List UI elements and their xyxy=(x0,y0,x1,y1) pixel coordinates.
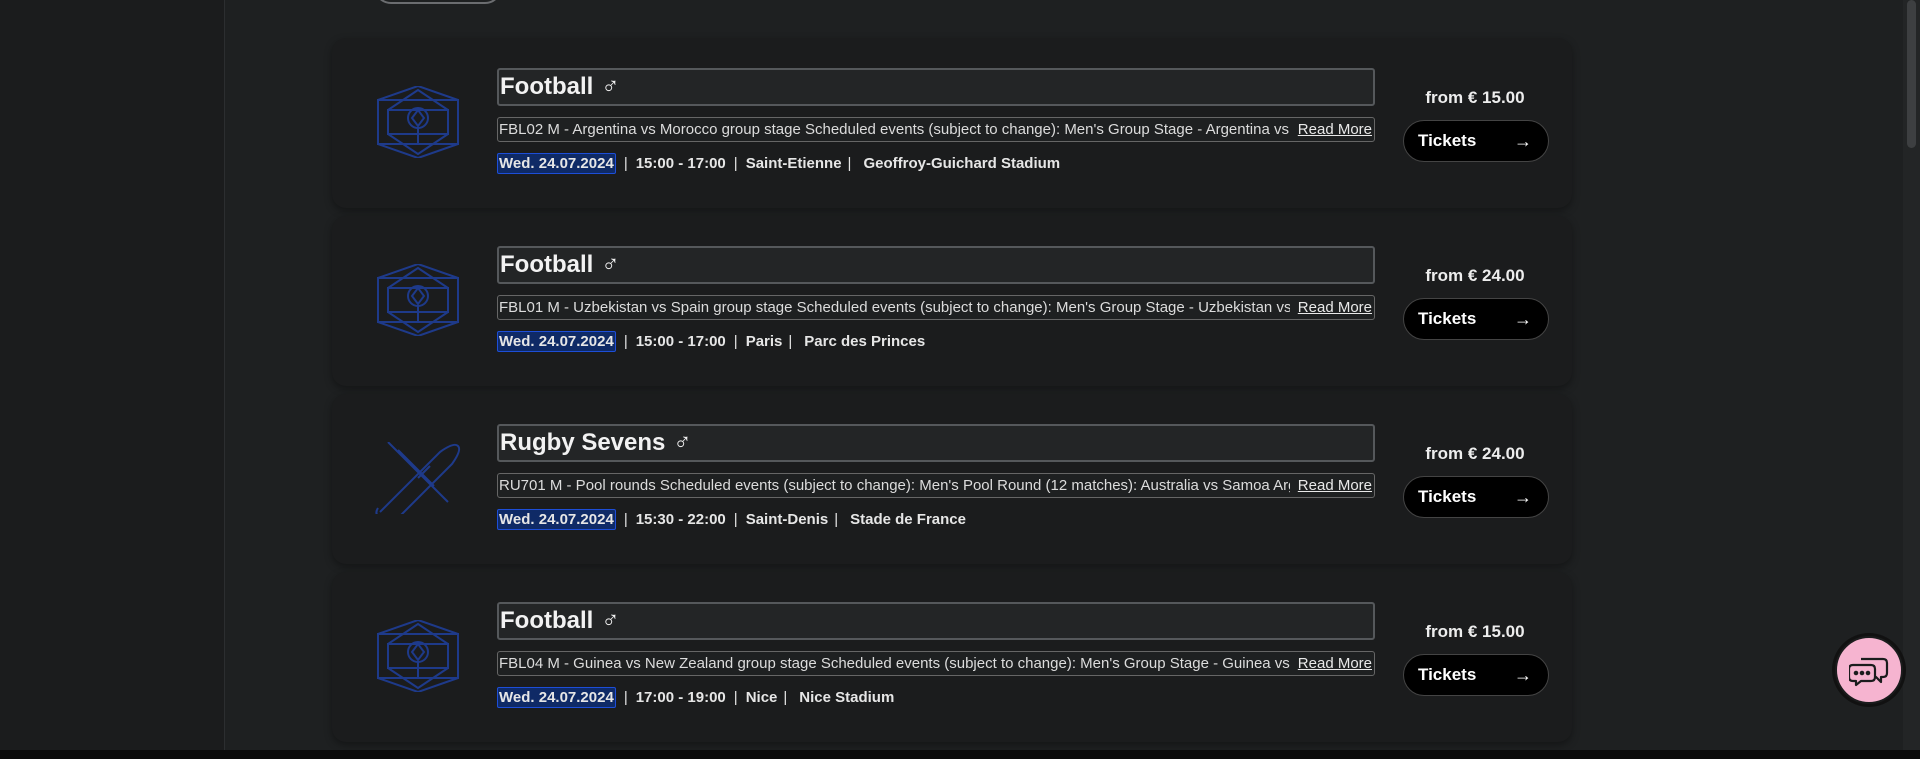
event-card: Football ♂ FBL04 M - Guinea vs New Zeala… xyxy=(332,572,1572,742)
price-label: from € 24.00 xyxy=(1425,444,1525,463)
price-label: from € 24.00 xyxy=(1425,266,1525,285)
event-city: Saint-Etienne xyxy=(745,154,842,172)
separator: | xyxy=(788,332,793,350)
arrow-right-icon: → xyxy=(1514,486,1532,507)
event-time: 17:00 - 19:00 xyxy=(635,688,726,706)
tickets-button[interactable]: Tickets → xyxy=(1403,654,1549,696)
event-date: Wed. 24.07.2024 xyxy=(497,686,616,708)
male-icon: ♂ xyxy=(673,429,692,456)
event-meta: Wed. 24.07.2024 | 15:30 - 22:00 | Saint-… xyxy=(497,507,966,531)
read-more-link[interactable]: Read More xyxy=(1289,477,1374,494)
event-city: Saint-Denis xyxy=(745,510,829,528)
vertical-scrollbar[interactable] xyxy=(1903,0,1920,750)
sport-title: Rugby Sevens xyxy=(500,429,666,456)
arrow-right-icon: → xyxy=(1514,308,1532,329)
event-venue: Nice Stadium xyxy=(799,688,895,706)
sport-title: Football xyxy=(500,251,594,278)
tickets-label: Tickets xyxy=(1418,487,1477,506)
price-label: from € 15.00 xyxy=(1425,622,1525,641)
rugby-pictogram-icon xyxy=(375,442,461,514)
left-sidebar xyxy=(0,0,225,750)
event-date: Wed. 24.07.2024 xyxy=(497,152,616,174)
event-date: Wed. 24.07.2024 xyxy=(497,508,616,530)
separator: | xyxy=(623,510,628,528)
event-meta: Wed. 24.07.2024 | 15:00 - 17:00 | Saint-… xyxy=(497,151,1060,175)
event-meta: Wed. 24.07.2024 | 15:00 - 17:00 | Paris … xyxy=(497,329,925,353)
chat-bubbles-icon xyxy=(1849,657,1889,687)
event-date: Wed. 24.07.2024 xyxy=(497,330,616,352)
male-icon: ♂ xyxy=(601,607,620,634)
separator: | xyxy=(623,154,628,172)
chat-button[interactable] xyxy=(1835,636,1903,704)
event-description: RU701 M - Pool rounds Scheduled events (… xyxy=(497,473,1375,498)
event-meta: Wed. 24.07.2024 | 17:00 - 19:00 | Nice |… xyxy=(497,685,894,709)
arrow-right-icon: → xyxy=(1514,664,1532,685)
event-venue: Stade de France xyxy=(850,510,966,528)
event-venue: Parc des Princes xyxy=(804,332,926,350)
event-title-box: Football ♂ xyxy=(497,68,1375,106)
scrollbar-thumb[interactable] xyxy=(1907,0,1916,148)
read-more-link[interactable]: Read More xyxy=(1289,655,1374,672)
description-text: FBL01 M - Uzbekistan vs Spain group stag… xyxy=(499,299,1290,316)
tickets-label: Tickets xyxy=(1418,131,1477,150)
event-city: Paris xyxy=(745,332,783,350)
separator: | xyxy=(847,154,852,172)
description-text: FBL04 M - Guinea vs New Zealand group st… xyxy=(499,655,1290,672)
read-more-link[interactable]: Read More xyxy=(1289,121,1374,138)
tickets-button[interactable]: Tickets → xyxy=(1403,298,1549,340)
separator: | xyxy=(733,510,738,528)
male-icon: ♂ xyxy=(601,251,620,278)
partial-filter-button[interactable] xyxy=(374,0,502,4)
sport-title: Football xyxy=(500,73,594,100)
separator: | xyxy=(623,688,628,706)
separator: | xyxy=(623,332,628,350)
football-pictogram-icon xyxy=(377,264,459,336)
arrow-right-icon: → xyxy=(1514,130,1532,151)
read-more-link[interactable]: Read More xyxy=(1289,299,1374,316)
separator: | xyxy=(733,154,738,172)
male-icon: ♂ xyxy=(601,73,620,100)
event-card: Rugby Sevens ♂ RU701 M - Pool rounds Sch… xyxy=(332,394,1572,564)
event-description: FBL02 M - Argentina vs Morocco group sta… xyxy=(497,117,1375,142)
price-label: from € 15.00 xyxy=(1425,88,1525,107)
event-title-box: Rugby Sevens ♂ xyxy=(497,424,1375,462)
separator: | xyxy=(783,688,788,706)
event-title-box: Football ♂ xyxy=(497,246,1375,284)
tickets-button[interactable]: Tickets → xyxy=(1403,120,1549,162)
event-time: 15:30 - 22:00 xyxy=(635,510,726,528)
event-description: FBL04 M - Guinea vs New Zealand group st… xyxy=(497,651,1375,676)
football-pictogram-icon xyxy=(377,86,459,158)
event-time: 15:00 - 17:00 xyxy=(635,332,726,350)
football-pictogram-icon xyxy=(377,620,459,692)
tickets-button[interactable]: Tickets → xyxy=(1403,476,1549,518)
separator: | xyxy=(733,332,738,350)
event-title-box: Football ♂ xyxy=(497,602,1375,640)
event-card: Football ♂ FBL01 M - Uzbekistan vs Spain… xyxy=(332,216,1572,386)
event-time: 15:00 - 17:00 xyxy=(635,154,726,172)
tickets-label: Tickets xyxy=(1418,309,1477,328)
sport-title: Football xyxy=(500,607,594,634)
tickets-label: Tickets xyxy=(1418,665,1477,684)
description-text: FBL02 M - Argentina vs Morocco group sta… xyxy=(499,121,1290,138)
bottom-bar xyxy=(0,750,1920,759)
separator: | xyxy=(834,510,839,528)
event-card: Football ♂ FBL02 M - Argentina vs Morocc… xyxy=(332,38,1572,208)
description-text: RU701 M - Pool rounds Scheduled events (… xyxy=(499,477,1290,494)
event-description: FBL01 M - Uzbekistan vs Spain group stag… xyxy=(497,295,1375,320)
event-city: Nice xyxy=(745,688,778,706)
separator: | xyxy=(733,688,738,706)
event-venue: Geoffroy-Guichard Stadium xyxy=(863,154,1061,172)
